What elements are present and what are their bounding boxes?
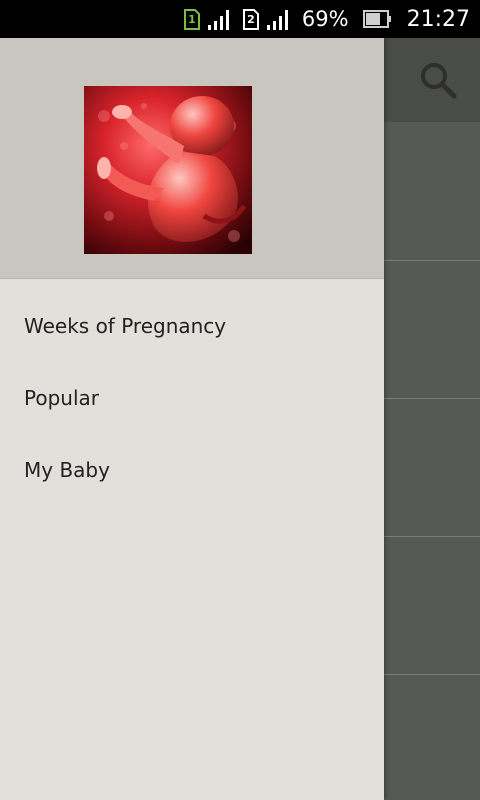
nav-item-popular[interactable]: Popular <box>0 362 384 434</box>
list-divider <box>384 260 480 261</box>
drawer-nav-list: Weeks of Pregnancy Popular My Baby <box>0 290 384 506</box>
drawer-header <box>0 38 384 278</box>
search-icon[interactable] <box>418 60 458 100</box>
battery-percent: 69% <box>301 7 349 31</box>
fetus-illustration-image <box>84 86 252 254</box>
list-divider <box>384 674 480 675</box>
navigation-drawer[interactable]: Weeks of Pregnancy Popular My Baby <box>0 38 384 800</box>
sim1-icon: 1 <box>183 8 200 30</box>
sim2-icon: 2 <box>242 8 259 30</box>
nav-item-label: My Baby <box>24 458 110 482</box>
clock: 21:27 <box>406 6 470 32</box>
nav-item-weeks-of-pregnancy[interactable]: Weeks of Pregnancy <box>0 290 384 362</box>
nav-item-label: Weeks of Pregnancy <box>24 314 227 338</box>
list-divider <box>384 536 480 537</box>
nav-item-label: Popular <box>24 386 99 410</box>
drawer-header-divider <box>0 278 384 279</box>
list-divider <box>384 398 480 399</box>
battery-icon <box>362 9 393 29</box>
status-bar: 1 2 69% 21:27 <box>0 0 480 38</box>
signal-strength-icon-2 <box>266 9 288 30</box>
nav-item-my-baby[interactable]: My Baby <box>0 434 384 506</box>
signal-strength-icon-1 <box>207 9 229 30</box>
